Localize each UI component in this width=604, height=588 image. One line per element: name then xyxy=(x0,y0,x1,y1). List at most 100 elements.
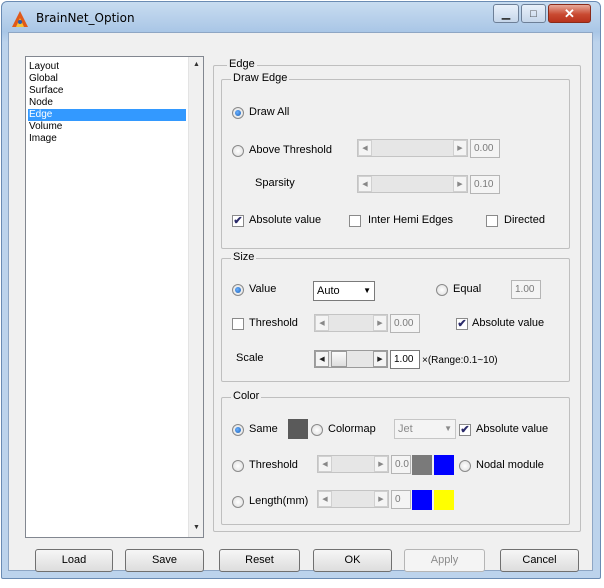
ok-button[interactable]: OK xyxy=(313,549,392,572)
chevron-down-icon: ▼ xyxy=(363,286,371,295)
reset-button[interactable]: Reset xyxy=(219,549,300,572)
equal-label: Equal xyxy=(453,283,482,295)
length-value[interactable]: 0 xyxy=(391,490,411,509)
color-absolute-value-checkbox[interactable]: ✔ xyxy=(459,424,471,436)
length-label: Length(mm) xyxy=(249,495,309,507)
size-value-dropdown[interactable]: Auto ▼ xyxy=(313,281,375,301)
window-title: BrainNet_Option xyxy=(36,11,135,25)
nodal-module-radio[interactable] xyxy=(459,460,471,472)
equal-radio[interactable] xyxy=(436,284,448,296)
color-threshold-radio[interactable] xyxy=(232,460,244,472)
category-listbox[interactable]: Layout Global Surface Node Edge Volume I… xyxy=(25,56,204,538)
above-threshold-radio[interactable] xyxy=(232,145,244,157)
list-item-layout[interactable]: Layout xyxy=(28,61,186,73)
load-button[interactable]: Load xyxy=(35,549,113,572)
size-title: Size xyxy=(231,251,257,263)
slider-right-icon[interactable]: ▶ xyxy=(373,315,387,331)
list-item-surface[interactable]: Surface xyxy=(28,85,186,97)
size-value-selected: Auto xyxy=(317,285,340,297)
cancel-button[interactable]: Cancel xyxy=(500,549,579,572)
color-absolute-value-label: Absolute value xyxy=(476,423,549,435)
slider-left-icon[interactable]: ◀ xyxy=(315,351,329,367)
inter-hemi-checkbox[interactable] xyxy=(349,215,361,227)
close-button[interactable]: ✕ xyxy=(548,4,591,23)
draw-all-radio[interactable] xyxy=(232,107,244,119)
scroll-down-icon[interactable]: ▼ xyxy=(189,524,204,531)
scale-slider[interactable]: ◀ ▶ xyxy=(314,350,388,368)
slider-left-icon[interactable]: ◀ xyxy=(318,491,332,507)
directed-checkbox[interactable] xyxy=(486,215,498,227)
sparsity-label: Sparsity xyxy=(255,177,295,189)
slider-left-icon[interactable]: ◀ xyxy=(315,315,329,331)
list-item-image[interactable]: Image xyxy=(28,133,186,145)
size-threshold-checkbox[interactable] xyxy=(232,318,244,330)
size-absolute-value-label: Absolute value xyxy=(472,317,545,329)
colormap-radio[interactable] xyxy=(311,424,323,436)
size-threshold-slider[interactable]: ◀ ▶ xyxy=(314,314,388,332)
color-title: Color xyxy=(231,390,262,402)
above-threshold-label: Above Threshold xyxy=(249,144,332,156)
size-value-label: Value xyxy=(249,283,277,295)
slider-left-icon[interactable]: ◀ xyxy=(358,140,372,156)
slider-right-icon[interactable]: ▶ xyxy=(374,491,388,507)
maximize-icon: □ xyxy=(530,7,537,20)
colormap-selected: Jet xyxy=(398,423,413,435)
app-icon xyxy=(11,10,29,28)
color-threshold-value[interactable]: 0.0 xyxy=(391,455,411,474)
size-value-radio[interactable] xyxy=(232,284,244,296)
color-threshold-slider[interactable]: ◀ ▶ xyxy=(317,455,389,473)
maximize-button[interactable]: □ xyxy=(521,4,546,23)
minimize-button[interactable]: ▁ xyxy=(493,4,519,23)
slider-right-icon[interactable]: ▶ xyxy=(374,456,388,472)
list-item-node[interactable]: Node xyxy=(28,97,186,109)
check-icon: ✔ xyxy=(233,215,243,227)
draw-absolute-value-checkbox[interactable]: ✔ xyxy=(232,215,244,227)
list-item-volume[interactable]: Volume xyxy=(28,121,186,133)
scale-slider-thumb[interactable] xyxy=(331,351,347,367)
inter-hemi-label: Inter Hemi Edges xyxy=(368,214,453,226)
length-low-color-swatch[interactable] xyxy=(412,490,432,510)
listbox-scrollbar[interactable]: ▲ ▼ xyxy=(188,57,203,537)
above-threshold-slider[interactable]: ◀ ▶ xyxy=(357,139,468,157)
scale-range-label: ×(Range:0.1~10) xyxy=(422,355,498,366)
directed-label: Directed xyxy=(504,214,545,226)
draw-edge-title: Draw Edge xyxy=(231,72,290,84)
title-bar[interactable]: BrainNet_Option ▁ □ ✕ xyxy=(2,2,600,34)
length-high-color-swatch[interactable] xyxy=(434,490,454,510)
minimize-icon: ▁ xyxy=(501,8,511,20)
scale-value[interactable]: 1.00 xyxy=(390,350,420,369)
slider-right-icon[interactable]: ▶ xyxy=(373,351,387,367)
colormap-dropdown[interactable]: Jet ▼ xyxy=(394,419,456,439)
sparsity-slider[interactable]: ◀ ▶ xyxy=(357,175,468,193)
draw-all-label: Draw All xyxy=(249,106,290,118)
equal-value[interactable]: 1.00 xyxy=(511,280,541,299)
color-same-radio[interactable] xyxy=(232,424,244,436)
color-threshold-label: Threshold xyxy=(249,459,298,471)
same-color-swatch[interactable] xyxy=(288,419,308,439)
length-radio[interactable] xyxy=(232,496,244,508)
edge-group-title: Edge xyxy=(227,58,257,70)
apply-button[interactable]: Apply xyxy=(404,549,485,572)
color-same-label: Same xyxy=(249,423,278,435)
scroll-up-icon[interactable]: ▲ xyxy=(189,61,204,68)
check-icon: ✔ xyxy=(457,318,467,330)
threshold-low-color-swatch[interactable] xyxy=(412,455,432,475)
sparsity-value[interactable]: 0.10 xyxy=(470,175,500,194)
size-threshold-value[interactable]: 0.00 xyxy=(390,314,420,333)
slider-left-icon[interactable]: ◀ xyxy=(358,176,372,192)
chevron-down-icon: ▼ xyxy=(444,424,452,433)
slider-right-icon[interactable]: ▶ xyxy=(453,140,467,156)
slider-left-icon[interactable]: ◀ xyxy=(318,456,332,472)
colormap-label: Colormap xyxy=(328,423,376,435)
size-absolute-value-checkbox[interactable]: ✔ xyxy=(456,318,468,330)
list-item-edge[interactable]: Edge xyxy=(28,109,186,121)
threshold-high-color-swatch[interactable] xyxy=(434,455,454,475)
slider-right-icon[interactable]: ▶ xyxy=(453,176,467,192)
size-threshold-label: Threshold xyxy=(249,317,298,329)
above-threshold-value[interactable]: 0.00 xyxy=(470,139,500,158)
save-button[interactable]: Save xyxy=(125,549,204,572)
close-icon: ✕ xyxy=(564,5,575,21)
list-item-global[interactable]: Global xyxy=(28,73,186,85)
length-slider[interactable]: ◀ ▶ xyxy=(317,490,389,508)
nodal-module-label: Nodal module xyxy=(476,459,544,471)
